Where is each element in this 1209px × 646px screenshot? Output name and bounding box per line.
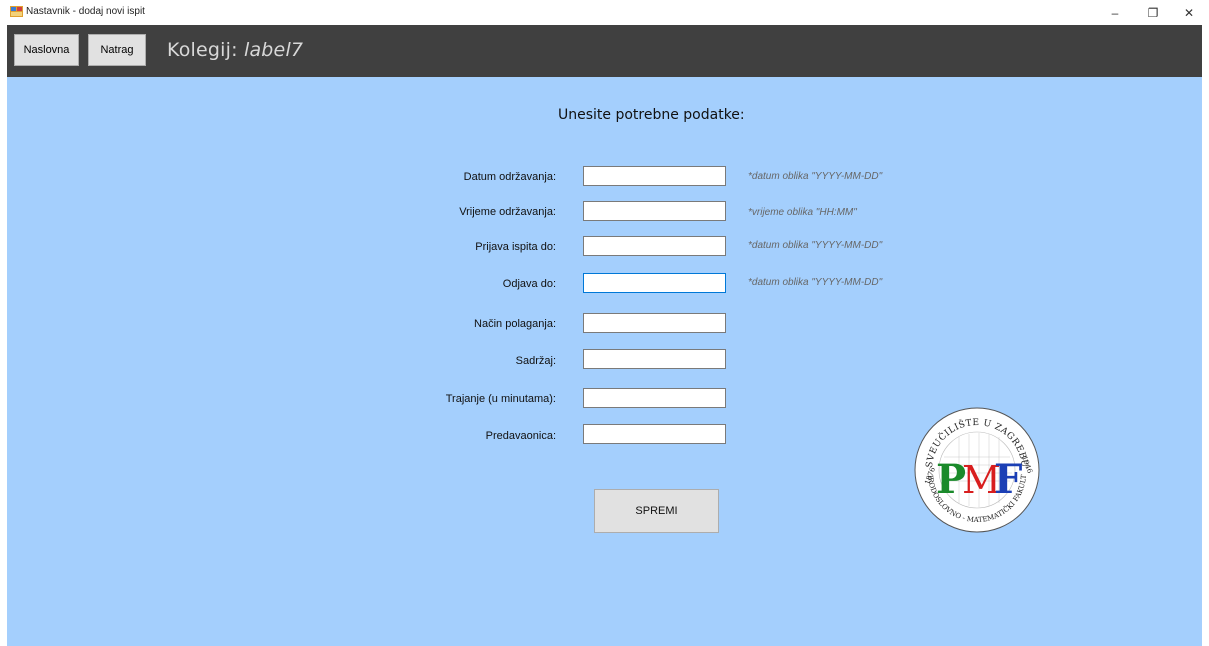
back-button[interactable]: Natrag: [88, 34, 146, 66]
maximize-icon[interactable]: ❐: [1138, 0, 1168, 25]
classroom-input[interactable]: [583, 424, 726, 444]
content-input[interactable]: [583, 349, 726, 369]
exam-time-hint: *vrijeme oblika "HH:MM": [748, 207, 857, 218]
pmf-logo: SVEUČILIŠTE U ZAGREBU PRIRODOSLOVNO - MA…: [914, 407, 1040, 533]
window-title: Nastavnik - dodaj novi ispit: [26, 6, 145, 17]
deregistration-deadline-input[interactable]: [583, 273, 726, 293]
header-bar: Naslovna Natrag Kolegij: label7: [7, 25, 1202, 77]
window-title-bar: Nastavnik - dodaj novi ispit – ❐ ✕: [0, 0, 1209, 25]
exam-time-input[interactable]: [583, 201, 726, 221]
exam-date-hint: *datum oblika "YYYY-MM-DD": [748, 171, 883, 182]
deregistration-deadline-label: Odjava do:: [502, 278, 556, 290]
minimize-icon[interactable]: –: [1100, 0, 1130, 25]
duration-label: Trajanje (u minutama):: [445, 393, 556, 405]
course-title: Kolegij: label7: [167, 39, 303, 61]
home-button[interactable]: Naslovna: [14, 34, 79, 66]
registration-deadline-hint: *datum oblika "YYYY-MM-DD": [748, 240, 883, 251]
course-title-value: label7: [243, 39, 304, 61]
exam-date-label: Datum održavanja:: [463, 171, 556, 183]
course-title-prefix: Kolegij:: [167, 39, 244, 61]
save-button[interactable]: SPREMI: [594, 489, 719, 533]
exam-type-label: Način polaganja:: [474, 318, 556, 330]
duration-input[interactable]: [583, 388, 726, 408]
exam-time-label: Vrijeme održavanja:: [459, 206, 556, 218]
app-icon: [10, 6, 23, 17]
content-label: Sadržaj:: [515, 355, 556, 367]
deregistration-deadline-hint: *datum oblika "YYYY-MM-DD": [748, 277, 883, 288]
logo-letter-f: F: [994, 456, 1022, 503]
registration-deadline-label: Prijava ispita do:: [475, 241, 556, 253]
registration-deadline-input[interactable]: [583, 236, 726, 256]
main-panel: Naslovna Natrag Kolegij: label7 Unesite …: [7, 25, 1202, 646]
form-heading: Unesite potrebne podatke:: [558, 107, 745, 123]
classroom-label: Predavaonica:: [485, 430, 556, 442]
close-icon[interactable]: ✕: [1174, 0, 1204, 25]
exam-type-input[interactable]: [583, 313, 726, 333]
exam-date-input[interactable]: [583, 166, 726, 186]
